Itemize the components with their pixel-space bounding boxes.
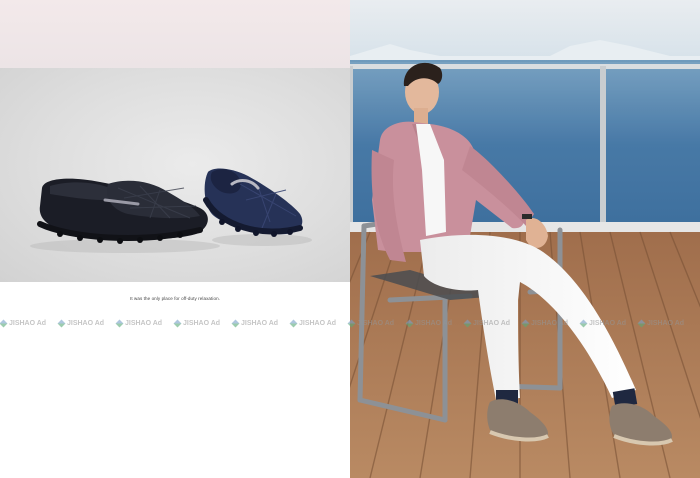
shoe-product-photo — [0, 68, 350, 282]
magazine-spread: It was the only place for off-duty relax… — [0, 0, 700, 478]
model-lifestyle-photo — [350, 0, 700, 478]
shoe-shadow — [212, 234, 312, 246]
left-page: It was the only place for off-duty relax… — [0, 0, 350, 478]
loafers-illustration — [30, 168, 312, 253]
watch — [522, 214, 532, 219]
shoe-shadow — [30, 239, 220, 253]
neck — [414, 108, 428, 124]
caption-text: It was the only place for off-duty relax… — [129, 296, 221, 301]
railing-post — [600, 66, 606, 230]
terrace-scene — [350, 0, 700, 478]
railing-post — [350, 66, 353, 230]
top-color-band — [0, 0, 350, 68]
black-woven-loafer — [37, 178, 208, 244]
navy-python-loafer — [203, 168, 303, 237]
railing-top-bar — [350, 64, 700, 69]
